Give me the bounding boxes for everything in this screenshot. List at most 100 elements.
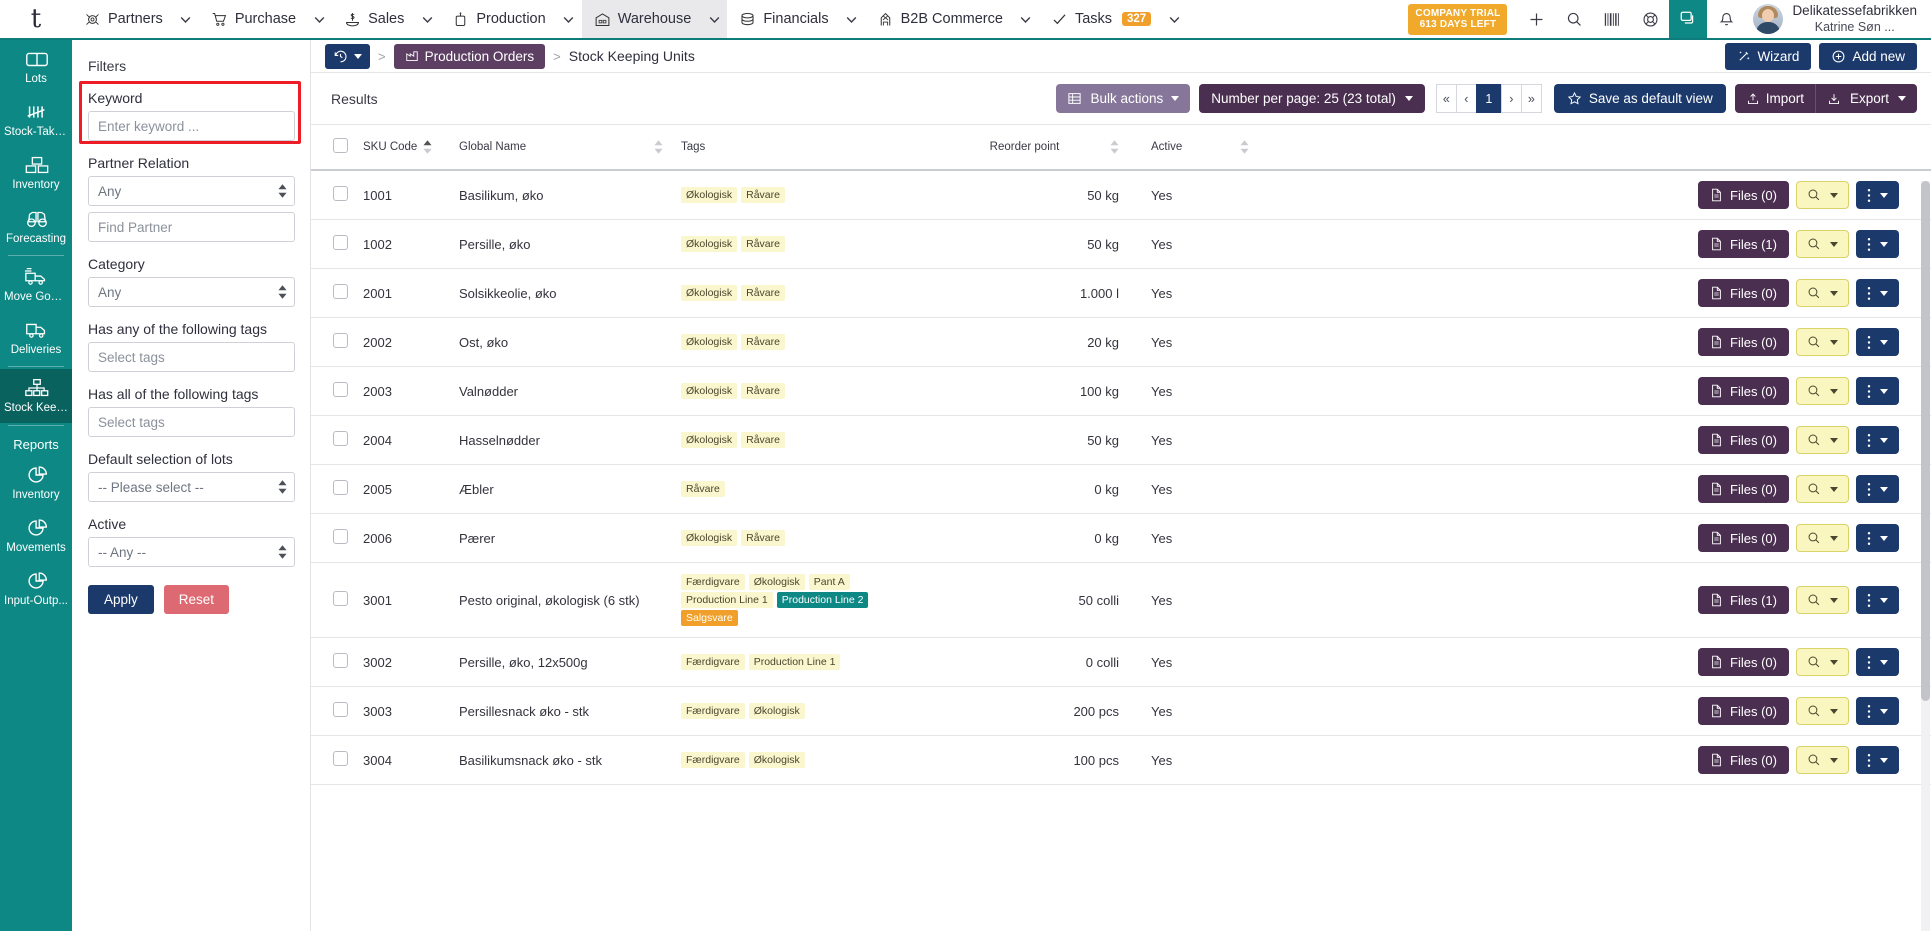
table-row[interactable]: 1001Basilikum, økoØkologiskRåvare50 kgYe… xyxy=(311,170,1931,220)
row-checkbox[interactable] xyxy=(333,284,348,299)
tag-badge[interactable]: Økologisk xyxy=(749,752,805,768)
tag-badge[interactable]: Færdigvare xyxy=(681,703,745,719)
tag-badge[interactable]: Økologisk xyxy=(681,432,737,448)
row-more-button[interactable] xyxy=(1856,377,1899,405)
history-button[interactable] xyxy=(325,44,370,69)
row-search-button[interactable] xyxy=(1796,377,1849,405)
has-all-tags-input[interactable] xyxy=(88,407,295,437)
pagination-button-1[interactable]: ‹ xyxy=(1456,84,1477,113)
sidebar-item-inventory[interactable]: Inventory xyxy=(0,146,72,199)
reset-button[interactable]: Reset xyxy=(164,585,229,614)
row-checkbox[interactable] xyxy=(333,480,348,495)
column-header-sku[interactable]: SKU Code xyxy=(363,125,459,170)
files-button[interactable]: Files (0) xyxy=(1698,279,1789,307)
sidebar-item-deliveries[interactable]: Deliveries xyxy=(0,311,72,364)
table-row[interactable]: 2005ÆblerRåvare0 kgYesFiles (0) xyxy=(311,465,1931,514)
row-more-button[interactable] xyxy=(1856,475,1899,503)
files-button[interactable]: Files (1) xyxy=(1698,586,1789,614)
nav-item-partners[interactable]: Partners xyxy=(72,0,173,38)
tag-badge[interactable]: Økologisk xyxy=(681,236,737,252)
files-button[interactable]: Files (1) xyxy=(1698,230,1789,258)
row-more-button[interactable] xyxy=(1856,648,1899,676)
nav-caret-partners[interactable] xyxy=(173,0,199,38)
partner-relation-select[interactable]: Any xyxy=(88,176,295,206)
tag-badge[interactable]: Råvare xyxy=(741,334,785,350)
row-checkbox[interactable] xyxy=(333,235,348,250)
row-search-button[interactable] xyxy=(1796,230,1849,258)
row-checkbox[interactable] xyxy=(333,186,348,201)
column-header-name[interactable]: Global Name xyxy=(459,125,681,170)
row-checkbox[interactable] xyxy=(333,702,348,717)
row-more-button[interactable] xyxy=(1856,586,1899,614)
row-more-button[interactable] xyxy=(1856,230,1899,258)
files-button[interactable]: Files (0) xyxy=(1698,328,1789,356)
user-menu[interactable]: Delikatessefabrikken Katrine Søn ... xyxy=(1745,0,1931,38)
wizard-button[interactable]: Wizard xyxy=(1725,43,1811,70)
files-button[interactable]: Files (0) xyxy=(1698,524,1789,552)
plus-icon[interactable] xyxy=(1517,0,1555,38)
tag-badge[interactable]: Production Line 2 xyxy=(777,592,869,608)
chat-icon[interactable] xyxy=(1669,0,1707,38)
row-search-button[interactable] xyxy=(1796,697,1849,725)
select-all-checkbox[interactable] xyxy=(333,138,348,153)
nav-item-financials[interactable]: Financials xyxy=(727,0,838,38)
table-row[interactable]: 2006PærerØkologiskRåvare0 kgYesFiles (0) xyxy=(311,514,1931,563)
table-row[interactable]: 2004HasselnødderØkologiskRåvare50 kgYesF… xyxy=(311,416,1931,465)
tag-badge[interactable]: Råvare xyxy=(741,285,785,301)
nav-caret-financials[interactable] xyxy=(839,0,865,38)
nav-caret-b2b-commerce[interactable] xyxy=(1013,0,1039,38)
per-page-button[interactable]: Number per page: 25 (23 total) xyxy=(1199,84,1425,113)
bell-icon[interactable] xyxy=(1707,0,1745,38)
tag-badge[interactable]: Økologisk xyxy=(681,285,737,301)
app-logo[interactable]: t xyxy=(0,0,72,38)
files-button[interactable]: Files (0) xyxy=(1698,746,1789,774)
column-header-reorder[interactable]: Reorder point xyxy=(939,125,1139,170)
files-button[interactable]: Files (0) xyxy=(1698,648,1789,676)
row-checkbox[interactable] xyxy=(333,529,348,544)
table-row[interactable]: 1002Persille, økoØkologiskRåvare50 kgYes… xyxy=(311,220,1931,269)
pagination-button-4[interactable]: » xyxy=(1521,84,1542,113)
tag-badge[interactable]: Råvare xyxy=(741,432,785,448)
row-more-button[interactable] xyxy=(1856,328,1899,356)
nav-caret-warehouse[interactable] xyxy=(701,0,727,38)
table-row[interactable]: 3002Persille, øko, 12x500gFærdigvareProd… xyxy=(311,638,1931,687)
bulk-actions-button[interactable]: Bulk actions xyxy=(1056,84,1190,113)
default-lots-select[interactable]: -- Please select -- xyxy=(88,472,295,502)
nav-item-tasks[interactable]: Tasks327 xyxy=(1039,0,1161,38)
sidebar-item-move-goods[interactable]: Move Goods xyxy=(0,258,72,311)
nav-caret-purchase[interactable] xyxy=(306,0,332,38)
sidebar-item-stock-taking[interactable]: Stock-Taking xyxy=(0,93,72,146)
tag-badge[interactable]: Råvare xyxy=(741,383,785,399)
row-search-button[interactable] xyxy=(1796,328,1849,356)
category-select[interactable]: Any xyxy=(88,277,295,307)
tag-badge[interactable]: Økologisk xyxy=(749,703,805,719)
row-search-button[interactable] xyxy=(1796,426,1849,454)
files-button[interactable]: Files (0) xyxy=(1698,181,1789,209)
tag-badge[interactable]: Råvare xyxy=(741,187,785,203)
save-default-view-button[interactable]: Save as default view xyxy=(1554,84,1726,113)
apply-button[interactable]: Apply xyxy=(88,585,154,614)
table-row[interactable]: 2003ValnødderØkologiskRåvare100 kgYesFil… xyxy=(311,367,1931,416)
row-checkbox[interactable] xyxy=(333,591,348,606)
tag-badge[interactable]: Økologisk xyxy=(681,187,737,203)
row-search-button[interactable] xyxy=(1796,586,1849,614)
scrollbar-thumb[interactable] xyxy=(1921,181,1930,701)
sidebar-item-lots[interactable]: Lots xyxy=(0,40,72,93)
tag-badge[interactable]: Production Line 1 xyxy=(681,592,773,608)
nav-item-purchase[interactable]: Purchase xyxy=(199,0,306,38)
search-input[interactable] xyxy=(88,111,295,141)
sidebar-item-movements[interactable]: Movements xyxy=(0,509,72,562)
column-header-active[interactable]: Active xyxy=(1139,125,1225,170)
tag-badge[interactable]: Økologisk xyxy=(681,530,737,546)
row-checkbox[interactable] xyxy=(333,653,348,668)
tag-badge[interactable]: Råvare xyxy=(681,481,725,497)
table-row[interactable]: 3004Basilikumsnack øko - stkFærdigvareØk… xyxy=(311,736,1931,785)
lifebuoy-icon[interactable] xyxy=(1631,0,1669,38)
tag-badge[interactable]: Råvare xyxy=(741,236,785,252)
sidebar-item-input-outp[interactable]: Input-Outp... xyxy=(0,562,72,615)
tag-badge[interactable]: Råvare xyxy=(741,530,785,546)
row-checkbox[interactable] xyxy=(333,333,348,348)
sidebar-item-inventory[interactable]: Inventory xyxy=(0,456,72,509)
nav-caret-tasks[interactable] xyxy=(1161,0,1187,38)
sidebar-item-forecasting[interactable]: Forecasting xyxy=(0,200,72,253)
